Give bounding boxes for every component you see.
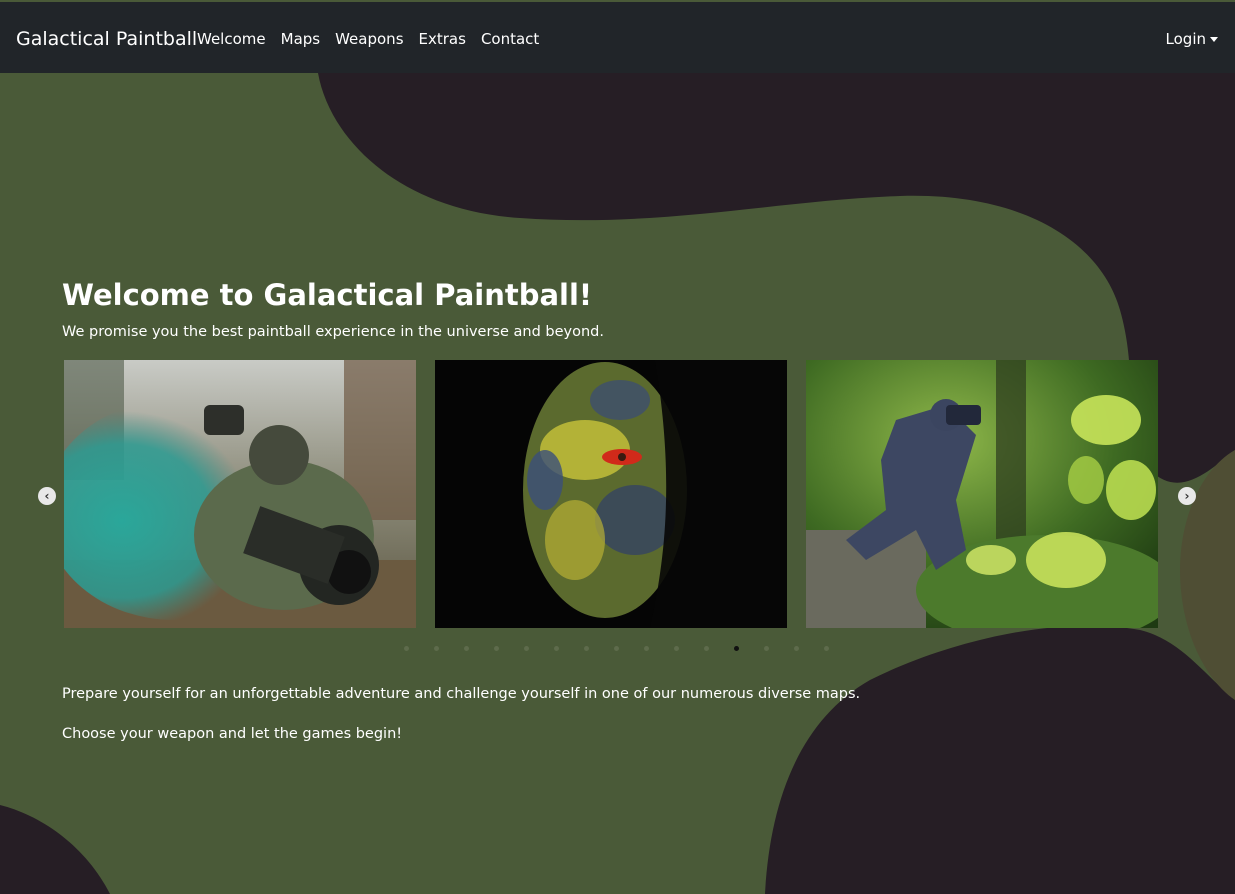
carousel-indicator[interactable] (674, 646, 679, 651)
login-label: Login (1165, 30, 1206, 48)
cta-paragraph: Choose your weapon and let the games beg… (62, 726, 403, 742)
nav-link-contact[interactable]: Contact (481, 28, 539, 50)
carousel-indicator[interactable] (794, 646, 799, 651)
nav-link-welcome[interactable]: Welcome (197, 28, 266, 50)
main-content: Welcome to Galactical Paintball! We prom… (0, 0, 1235, 894)
carousel-indicator[interactable] (644, 646, 649, 651)
carousel-indicator[interactable] (734, 646, 739, 651)
nav-links: Welcome Maps Weapons Extras Contact (197, 28, 554, 50)
top-navbar: Galactical Paintball Welcome Maps Weapon… (0, 2, 1235, 73)
man-with-binoculars-image (806, 360, 1158, 628)
carousel-slide[interactable] (435, 360, 787, 628)
carousel-indicator[interactable] (614, 646, 619, 651)
soldier-with-teal-smoke-image (64, 360, 416, 628)
page-subtitle: We promise you the best paintball experi… (62, 324, 604, 340)
intro-paragraph: Prepare yourself for an unforgettable ad… (62, 686, 861, 702)
carousel-indicator[interactable] (434, 646, 439, 651)
carousel-indicator[interactable] (764, 646, 769, 651)
carousel-indicator[interactable] (584, 646, 589, 651)
chevron-right-icon[interactable]: › (1178, 487, 1196, 505)
nav-link-extras[interactable]: Extras (419, 28, 466, 50)
carousel-indicator[interactable] (464, 646, 469, 651)
carousel-indicator[interactable] (554, 646, 559, 651)
carousel-slide[interactable] (64, 360, 416, 628)
nav-link-weapons[interactable]: Weapons (335, 28, 403, 50)
login-dropdown[interactable]: Login (1166, 28, 1218, 50)
carousel-indicators (404, 646, 854, 652)
page-title: Welcome to Galactical Paintball! (62, 278, 593, 312)
carousel-indicator[interactable] (704, 646, 709, 651)
brand-link[interactable]: Galactical Paintball (16, 26, 197, 52)
chevron-left-icon[interactable]: ‹ (38, 487, 56, 505)
carousel-indicator[interactable] (404, 646, 409, 651)
carousel-indicator[interactable] (494, 646, 499, 651)
carousel-indicator[interactable] (824, 646, 829, 651)
carousel-indicator[interactable] (524, 646, 529, 651)
camouflage-painted-face-image (435, 360, 787, 628)
nav-link-maps[interactable]: Maps (281, 28, 320, 50)
caret-down-icon (1210, 36, 1218, 42)
image-carousel: ‹ › (34, 360, 1204, 660)
carousel-slide[interactable] (806, 360, 1158, 628)
